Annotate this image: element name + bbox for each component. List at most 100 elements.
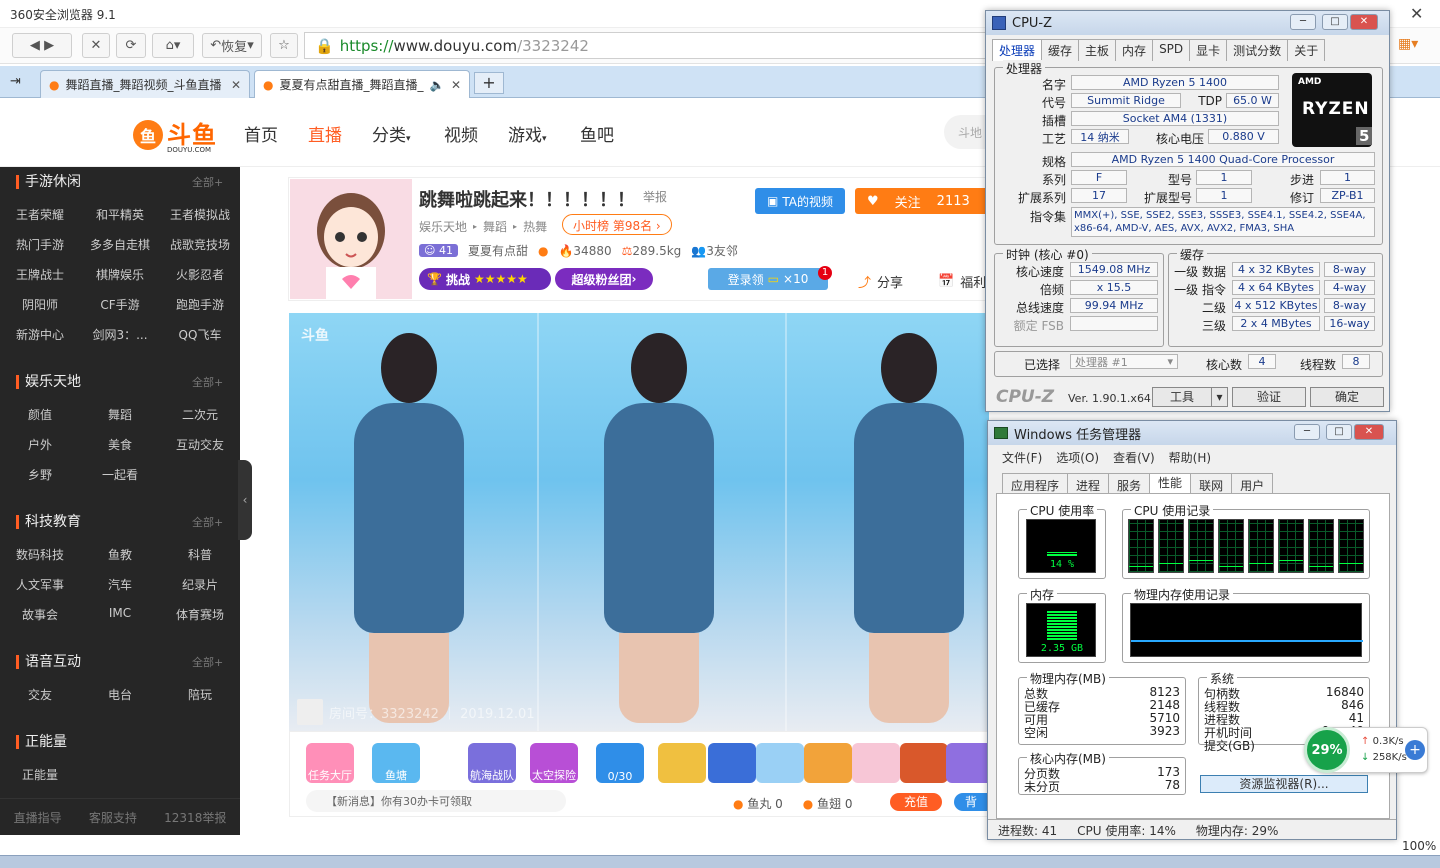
browser-close-icon[interactable]: ✕ — [1410, 4, 1423, 23]
ta-video-button[interactable]: ▣ TA的视频 — [755, 188, 845, 214]
new-tab-button[interactable]: + — [474, 72, 504, 94]
maximize-icon[interactable]: □ — [1322, 14, 1348, 30]
sidebar-item[interactable]: 乡野 — [2, 466, 78, 483]
address-bar[interactable]: 🔒 https://www.douyu.com/3323242 — [304, 32, 994, 59]
menu-options[interactable]: 选项(O) — [1056, 449, 1099, 466]
maximize-icon[interactable]: □ — [1326, 424, 1352, 440]
sidebar-item[interactable]: 鱼教 — [82, 546, 158, 563]
zoom-level[interactable]: 100% — [1402, 839, 1436, 853]
back-forward-buttons[interactable]: ◀ ▶ — [12, 33, 72, 58]
sidebar-item[interactable]: 正能量 — [2, 766, 78, 783]
fleet-button[interactable]: 航海战队 — [468, 743, 516, 783]
share-button[interactable]: ⤴ 分享 — [858, 272, 903, 291]
sidebar-item[interactable]: 纪录片 — [162, 576, 238, 593]
footer-guide-link[interactable]: 直播指导 — [14, 809, 62, 826]
welfare-button[interactable]: 📅 福利 — [938, 272, 986, 291]
crumb-entertainment[interactable]: 娱乐天地 — [419, 218, 467, 235]
news-ticker[interactable]: 【新消息】你有30办卡可领取 — [306, 790, 566, 812]
collapse-sidebar-icon[interactable]: ‹ — [238, 460, 252, 540]
gift-spaceship-icon[interactable] — [708, 743, 756, 783]
sidebar-item[interactable]: 体育赛场 — [162, 606, 238, 623]
crumb-dance[interactable]: 舞蹈 — [483, 218, 507, 235]
tab-memory[interactable]: 内存 — [1115, 39, 1154, 61]
gift-rocket-icon[interactable] — [658, 743, 706, 783]
sidebar-item[interactable]: 火影忍者 — [162, 266, 238, 283]
ok-button[interactable]: 确定 — [1310, 387, 1384, 407]
tab-spd[interactable]: SPD — [1152, 39, 1191, 61]
tab-close-icon[interactable]: ✕ — [451, 78, 461, 92]
memory-percent-ball[interactable]: 29% — [1304, 727, 1350, 773]
streamer-name[interactable]: 夏夏有点甜 — [468, 242, 528, 259]
sidebar-item[interactable]: 剑网3：... — [82, 326, 158, 343]
sidebar-item[interactable]: 新游中心 — [2, 326, 78, 343]
tab-mainboard[interactable]: 主板 — [1078, 39, 1117, 61]
tab-dance-list[interactable]: ● 舞蹈直播_舞蹈视频_斗鱼直播 ✕ — [40, 70, 250, 98]
gift-666-icon[interactable] — [852, 743, 900, 783]
sidebar-item[interactable]: 王者模拟战 — [162, 206, 238, 223]
sidebar-section-title[interactable]: 手游休闲 — [16, 175, 81, 189]
sidebar-item[interactable]: 汽车 — [82, 576, 158, 593]
nav-fishbar[interactable]: 鱼吧 — [580, 121, 614, 146]
footer-support-link[interactable]: 客服支持 — [89, 809, 137, 826]
processor-select[interactable]: 处理器 #1 ▾ — [1070, 354, 1178, 369]
sidebar-section-title[interactable]: 正能量 — [16, 735, 67, 749]
add-icon[interactable]: + — [1405, 740, 1425, 760]
nav-home[interactable]: 首页 — [244, 121, 278, 146]
sidebar-section-title[interactable]: 语音互动 — [16, 655, 81, 669]
sidebar-item[interactable]: 和平精英 — [82, 206, 158, 223]
sidebar-item[interactable]: 陪玩 — [162, 686, 238, 703]
fish-pond-button[interactable]: 鱼塘 — [372, 743, 420, 783]
hour-rank-badge[interactable]: 小时榜 第98名 › — [562, 214, 672, 235]
neighbors-stat[interactable]: 👥3友邻 — [691, 242, 738, 259]
nav-category[interactable]: 分类▾ — [372, 121, 411, 146]
sidebar-item[interactable]: 美食 — [82, 436, 158, 453]
sidebar-item[interactable]: 故事会 — [2, 606, 78, 623]
menu-view[interactable]: 查看(V) — [1113, 449, 1155, 466]
space-explore-button[interactable]: 太空探险 — [530, 743, 578, 783]
home-icon[interactable]: ⌂▾ — [152, 33, 194, 58]
gift-gold-icon[interactable] — [804, 743, 852, 783]
favorite-icon[interactable]: ☆ — [270, 33, 298, 58]
sidebar-item[interactable]: 热门手游 — [2, 236, 78, 253]
sidebar-section-title[interactable]: 科技教育 — [16, 515, 81, 529]
menu-help[interactable]: 帮助(H) — [1169, 449, 1211, 466]
gift-treasure-icon[interactable] — [900, 743, 948, 783]
nav-live[interactable]: 直播 — [308, 121, 342, 146]
tab-processor[interactable]: 处理器 — [992, 39, 1043, 61]
tools-button[interactable]: 工具 ▾ — [1152, 387, 1228, 407]
tab-bench[interactable]: 测试分数 — [1226, 39, 1289, 61]
sidebar-item[interactable]: 王者荣耀 — [2, 206, 78, 223]
minimize-icon[interactable]: ─ — [1290, 14, 1316, 30]
sidebar-item[interactable]: 数码科技 — [2, 546, 78, 563]
douyu-logo[interactable]: 鱼 斗鱼 DOUYU.COM — [133, 115, 217, 154]
refresh-icon[interactable]: ⟳ — [116, 33, 146, 58]
login-reward-button[interactable]: 登录领 ▭ ×10 — [708, 268, 828, 290]
recharge-button[interactable]: 充值 — [890, 793, 942, 811]
sidebar-section-title[interactable]: 娱乐天地 — [16, 375, 81, 389]
report-link[interactable]: 举报 — [643, 188, 667, 205]
sidebar-item[interactable]: IMC — [82, 606, 158, 620]
speaker-icon[interactable]: 🔈 — [430, 78, 445, 92]
nav-games[interactable]: 游戏▾ — [508, 121, 547, 146]
sidebar-item[interactable]: 人文军事 — [2, 576, 78, 593]
crumb-hotdance[interactable]: 热舞 — [523, 218, 547, 235]
sidebar-more-link[interactable]: 全部+ — [192, 654, 223, 670]
sidebar-item[interactable]: 王牌战士 — [2, 266, 78, 283]
sidebar-item[interactable]: 颜值 — [2, 406, 78, 423]
sidebar-item[interactable]: 交友 — [2, 686, 78, 703]
task-hall-button[interactable]: 任务大厅 — [306, 743, 354, 783]
sidebar-item[interactable]: 多多自走棋 — [82, 236, 158, 253]
tab-close-icon[interactable]: ✕ — [231, 78, 241, 92]
live-video-player[interactable]: 斗鱼 房间号：3323242 ｜ 2019.12.01 — [289, 313, 989, 731]
sidebar-toggle-icon[interactable]: ⇥ — [10, 74, 21, 89]
minimize-icon[interactable]: ─ — [1294, 424, 1320, 440]
sidebar-item[interactable]: 舞蹈 — [82, 406, 158, 423]
sidebar-item[interactable]: 电台 — [82, 686, 158, 703]
sidebar-item[interactable]: 战歌竞技场 — [162, 236, 238, 253]
sidebar-more-link[interactable]: 全部+ — [192, 374, 223, 390]
tab-graphics[interactable]: 显卡 — [1189, 39, 1228, 61]
forward-icon[interactable]: ▶ — [44, 38, 54, 53]
follow-button[interactable]: ♥ 关注 2113 — [855, 188, 990, 214]
nav-video[interactable]: 视频 — [444, 121, 478, 146]
sidebar-item[interactable]: CF手游 — [82, 296, 158, 313]
